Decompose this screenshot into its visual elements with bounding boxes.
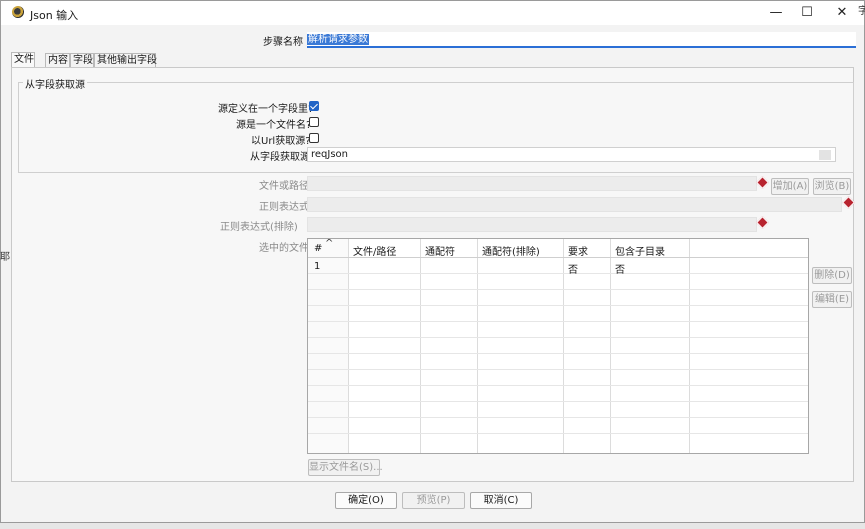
column-divider [348, 239, 349, 453]
show-filenames-button[interactable]: 显示文件名(S)... [308, 459, 383, 476]
app-logo-icon [12, 6, 24, 18]
row-line [308, 369, 808, 370]
is-filename-label: 源是一个文件名? [236, 120, 312, 131]
get-from-field-label: 从字段获取源 [250, 152, 310, 163]
row-line [308, 401, 808, 402]
step-name-input[interactable]: 解析请求参数 [307, 32, 856, 48]
delete-button[interactable]: 删除(D) [812, 267, 852, 284]
group-title: 从字段获取源 [23, 76, 87, 91]
close-button[interactable]: ✕ [826, 1, 858, 25]
title-bar: Json 输入 — ☐ ✕ [1, 1, 864, 25]
step-name-value: 解析请求参数 [307, 34, 369, 45]
tab-fields[interactable]: 字段 [70, 53, 94, 68]
row-line [308, 385, 808, 386]
from-url-label: 以Url获取源? [251, 136, 311, 147]
row-line [308, 417, 808, 418]
table-cell-num[interactable]: 1 [314, 261, 320, 272]
sort-ascending-icon: ^ [325, 238, 334, 249]
tab-file[interactable]: 文件 [11, 52, 35, 68]
row-line [308, 337, 808, 338]
column-divider [477, 239, 478, 453]
from-url-checkbox[interactable] [309, 133, 319, 143]
header-num[interactable]: # [314, 243, 322, 254]
row-line [308, 433, 808, 434]
table-cell-subdirs[interactable]: 否 [615, 261, 625, 276]
selected-files-table: # ^ 文件/路径 通配符 通配符(排除) 要求 包含子目录 1 否 否 [307, 238, 809, 454]
minimize-button[interactable]: — [760, 1, 792, 25]
regex-exclude-label: 正则表达式(排除) [220, 222, 298, 233]
row-line [308, 321, 808, 322]
ok-button[interactable]: 确定(O) [335, 492, 397, 509]
column-divider [420, 239, 421, 453]
header-include-subdirs[interactable]: 包含子目录 [615, 243, 665, 258]
cancel-button[interactable]: 取消(C) [470, 492, 532, 509]
column-divider [610, 239, 611, 453]
header-wildcard[interactable]: 通配符 [425, 243, 455, 258]
get-from-field-select[interactable]: reqJson [307, 147, 836, 162]
background-text-fragment: 字 [858, 6, 865, 17]
regex-input[interactable] [307, 197, 842, 212]
maximize-button[interactable]: ☐ [791, 1, 823, 25]
defined-in-field-label: 源定义在一个字段里? [218, 104, 314, 115]
edit-button[interactable]: 编辑(E) [812, 291, 852, 308]
row-line [308, 289, 808, 290]
tab-content[interactable]: 内容 [45, 53, 70, 68]
browse-button[interactable]: 浏览(B) [813, 178, 851, 195]
add-button[interactable]: 增加(A) [771, 178, 809, 195]
get-from-field-value: reqJson [311, 149, 349, 160]
dialog-window: Json 输入 — ☐ ✕ 步骤名称 解析请求参数 文件 内容 字段 其他输出字… [0, 0, 865, 523]
column-divider [563, 239, 564, 453]
header-wildcard-exclude[interactable]: 通配符(排除) [482, 243, 540, 258]
header-file-path[interactable]: 文件/路径 [353, 243, 396, 258]
row-line [308, 353, 808, 354]
preview-button[interactable]: 预览(P) [402, 492, 465, 509]
column-divider [689, 239, 690, 453]
row-line [308, 273, 808, 274]
background-text-fragment: 耶 [0, 252, 10, 263]
header-required[interactable]: 要求 [568, 243, 588, 258]
tab-extra-output-fields[interactable]: 其他输出字段 [94, 53, 157, 68]
table-cell-required[interactable]: 否 [568, 261, 578, 276]
regex-exclude-input[interactable] [307, 217, 757, 232]
regex-label: 正则表达式 [259, 202, 309, 213]
row-line [308, 305, 808, 306]
dropdown-arrow-icon [819, 150, 831, 160]
step-name-label: 步骤名称 [263, 37, 303, 48]
file-or-path-input[interactable] [307, 176, 757, 191]
selected-files-label: 选中的文件 [259, 243, 309, 254]
file-or-path-label: 文件或路径 [259, 181, 309, 192]
is-filename-checkbox[interactable] [309, 117, 319, 127]
window-title: Json 输入 [30, 9, 79, 22]
defined-in-field-checkbox[interactable] [309, 101, 319, 111]
